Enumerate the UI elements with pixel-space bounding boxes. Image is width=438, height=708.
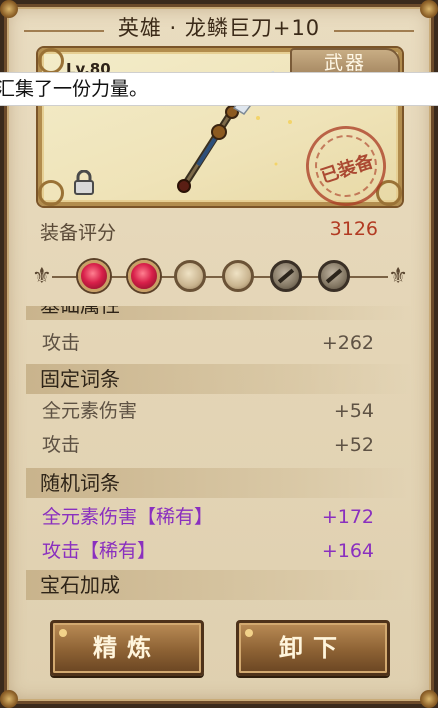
toast-notice: 汇集了一份力量。: [0, 72, 438, 106]
stats-scroll-list[interactable]: 基础属性 攻击 +262 固定词条 全元素伤害 +54 攻击 +52 随机词条 …: [26, 306, 412, 602]
equipment-score-row: 装备评分 3126: [38, 218, 378, 248]
gem-slot-ruby[interactable]: [78, 260, 110, 292]
button-stud: [245, 629, 253, 637]
section-header-base: 基础属性: [26, 306, 412, 320]
gem-slot-locked[interactable]: [318, 260, 350, 292]
unequip-button[interactable]: 卸下: [236, 620, 390, 676]
stat-name: 全元素伤害: [42, 400, 138, 422]
stat-name: 全元素伤害【稀有】: [42, 506, 214, 528]
lock-icon[interactable]: [72, 169, 96, 200]
stat-row-rare: 攻击【稀有】 +164: [40, 536, 374, 566]
stat-value: +172: [321, 506, 374, 528]
gem-slot-bar: ⚜ ⚜: [32, 256, 408, 298]
section-header-gem-bonus: 宝石加成: [26, 570, 412, 600]
stat-value: +52: [333, 434, 374, 456]
gem-slot-empty[interactable]: [174, 260, 206, 292]
stat-row: 攻击 +262: [40, 328, 374, 358]
refine-button-label: 精炼: [93, 634, 161, 662]
gem-slot-ruby[interactable]: [128, 260, 160, 292]
score-label: 装备评分: [40, 222, 117, 244]
unequip-button-label: 卸下: [279, 634, 347, 662]
stat-value: +262: [321, 332, 374, 354]
refine-button[interactable]: 精炼: [50, 620, 204, 676]
stat-value: +164: [321, 540, 374, 562]
button-stud: [59, 629, 67, 637]
section-header-fixed: 固定词条: [26, 364, 412, 394]
stat-row-rare: 全元素伤害【稀有】 +172: [40, 502, 374, 532]
fleur-de-lis-icon: ⚜: [32, 264, 52, 289]
item-title: 英雄 · 龙鳞巨刀+10: [117, 16, 321, 40]
panel-corner-stud: [420, 690, 438, 708]
gem-slot-locked[interactable]: [270, 260, 302, 292]
stat-name: 攻击【稀有】: [42, 540, 157, 562]
stat-row: 全元素伤害 +54: [40, 396, 374, 426]
panel-corner-stud: [0, 690, 18, 708]
gem-slot-empty[interactable]: [222, 260, 254, 292]
section-header-random: 随机词条: [26, 468, 412, 498]
score-value: 3126: [329, 218, 378, 240]
fleur-de-lis-icon: ⚜: [388, 264, 408, 289]
stat-value: +54: [333, 400, 374, 422]
stat-name: 攻击: [42, 434, 81, 456]
stat-name: 攻击: [42, 332, 81, 354]
stat-row: 攻击 +52: [40, 430, 374, 460]
